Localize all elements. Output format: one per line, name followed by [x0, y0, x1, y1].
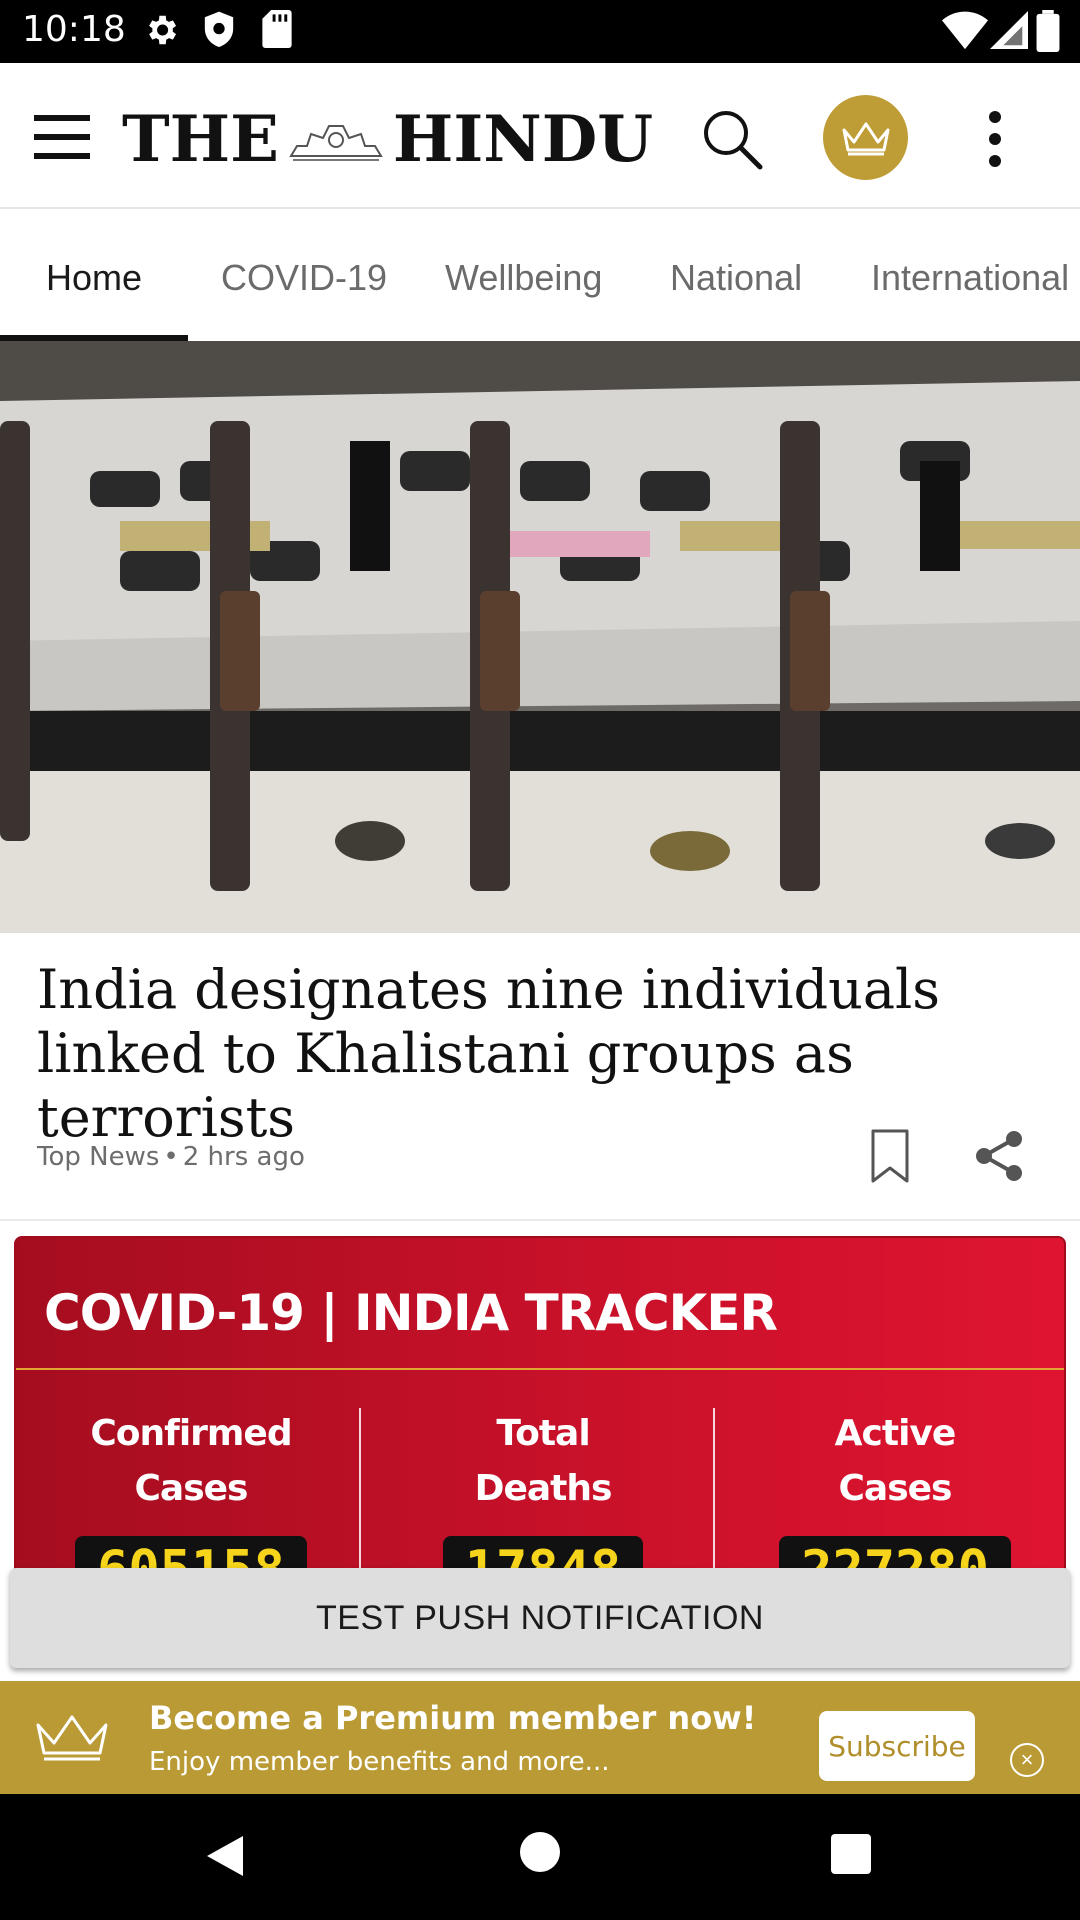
more-options-icon[interactable] [980, 109, 1010, 169]
divider [0, 1219, 1080, 1221]
tab-wellbeing[interactable]: Wellbeing [445, 257, 602, 299]
recent-apps-icon[interactable] [831, 1834, 871, 1874]
stat-label-line1: Active [834, 1413, 957, 1454]
stat-label-line2: Deaths [474, 1468, 613, 1509]
premium-banner-subtitle: Enjoy member benefits and more... [149, 1747, 610, 1777]
share-icon[interactable] [974, 1130, 1024, 1182]
meta-separator: • [163, 1142, 179, 1172]
crown-icon [36, 1715, 108, 1761]
tracker-title: COVID-19 | INDIA TRACKER [44, 1284, 778, 1342]
logo-text-the: THE [122, 101, 279, 177]
logo-text-hindu: HINDU [392, 101, 654, 177]
tracker-divider [16, 1368, 1064, 1370]
premium-banner-title: Become a Premium member now! [149, 1699, 757, 1737]
article-hero-image[interactable] [0, 341, 1080, 933]
menu-icon[interactable] [34, 115, 90, 159]
status-time: 10:18 [22, 9, 126, 50]
status-bar: 10:18 [0, 0, 1080, 63]
logo-emblem-icon [289, 125, 383, 161]
stat-label-line1: Confirmed [90, 1413, 292, 1454]
section-tabs: Home COVID-19 Wellbeing National Interna… [0, 211, 1080, 341]
system-nav-bar [0, 1794, 1080, 1920]
crown-icon [842, 122, 889, 155]
back-icon[interactable] [205, 1834, 245, 1878]
subscribe-button[interactable]: Subscribe [819, 1711, 975, 1781]
bookmark-icon[interactable] [870, 1128, 910, 1184]
stat-label-line2: Cases [838, 1468, 953, 1509]
seized-weapons-photo [0, 341, 1080, 933]
app-header: THE HINDU [0, 63, 1080, 209]
tab-national[interactable]: National [670, 257, 802, 299]
tab-covid-19[interactable]: COVID-19 [221, 257, 387, 299]
tab-international[interactable]: International [871, 257, 1069, 299]
test-push-notification-button[interactable]: TEST PUSH NOTIFICATION [10, 1568, 1070, 1668]
the-hindu-logo: THE HINDU [122, 99, 653, 179]
article-meta: Top News • 2 hrs ago [37, 1142, 305, 1172]
premium-crown-button[interactable] [823, 95, 908, 180]
close-icon[interactable]: × [1010, 1743, 1044, 1777]
settings-icon [149, 15, 177, 45]
sd-card-icon [262, 10, 292, 48]
tab-home[interactable]: Home [46, 257, 142, 299]
search-icon[interactable] [700, 107, 764, 171]
signal-icon [990, 11, 1028, 49]
home-icon[interactable] [520, 1832, 560, 1872]
battery-icon [1036, 10, 1060, 52]
shield-icon [204, 11, 234, 48]
stat-label-line1: Total [496, 1413, 590, 1454]
covid-tracker-card[interactable]: COVID-19 | INDIA TRACKER Confirmed Cases… [14, 1236, 1066, 1606]
article-section: Top News [37, 1142, 160, 1172]
wifi-icon [942, 11, 988, 50]
stat-label-line2: Cases [134, 1468, 249, 1509]
article-age: 2 hrs ago [182, 1142, 305, 1172]
premium-banner: Become a Premium member now! Enjoy membe… [0, 1681, 1080, 1794]
article-headline[interactable]: India designates nine individuals linked… [37, 958, 1047, 1150]
